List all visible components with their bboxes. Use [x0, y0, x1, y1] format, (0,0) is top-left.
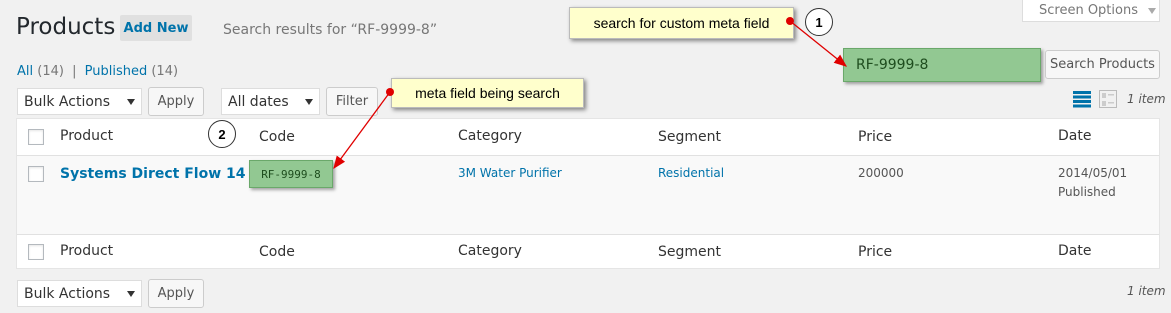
price-cell: 200000 — [858, 166, 904, 180]
screen-options-label: Screen Options — [1039, 3, 1138, 18]
column-footer-segment[interactable]: Segment — [658, 244, 721, 260]
apply-button-bottom[interactable]: Apply — [148, 279, 204, 308]
filter-button[interactable]: Filter — [326, 87, 378, 116]
column-footer-price[interactable]: Price — [858, 244, 892, 260]
annotation-number-1: 1 — [805, 8, 833, 36]
row-checkbox[interactable] — [28, 166, 44, 182]
column-header-segment[interactable]: Segment — [658, 129, 721, 145]
chevron-down-icon — [127, 98, 135, 105]
search-products-button[interactable]: Search Products — [1045, 50, 1160, 79]
chevron-down-icon — [127, 290, 135, 297]
column-footer-product[interactable]: Product — [60, 243, 113, 259]
filter-all-link[interactable]: All — [17, 64, 33, 79]
segment-link[interactable]: Residential — [658, 166, 724, 180]
page-title: Products — [16, 14, 116, 40]
dates-value: All dates — [228, 93, 289, 110]
column-header-date[interactable]: Date — [1058, 128, 1091, 144]
item-count-bottom: 1 item — [1127, 284, 1166, 298]
bulk-actions-select-top[interactable]: Bulk Actions — [17, 88, 142, 115]
select-all-checkbox-top[interactable] — [28, 129, 44, 145]
products-table: Product Code Category Segment Price Date… — [16, 118, 1160, 269]
category-link[interactable]: 3M Water Purifier — [458, 166, 562, 180]
column-footer-date[interactable]: Date — [1058, 243, 1091, 259]
annotation-note-meta-field: meta field being search — [391, 78, 584, 108]
filter-published-link[interactable]: Published — [85, 64, 148, 79]
date-cell: 2014/05/01 — [1058, 166, 1128, 180]
search-input-value: RF-9999-8 — [856, 57, 929, 73]
table-header-row — [17, 119, 1159, 156]
status-cell: Published — [1058, 185, 1116, 199]
product-code-cell: RF-9999-8 — [249, 160, 333, 188]
annotation-note-search: search for custom meta field — [569, 7, 794, 39]
search-input[interactable]: RF-9999-8 — [843, 48, 1041, 82]
filter-all-count: (14) — [37, 64, 64, 79]
filter-published-count: (14) — [151, 64, 179, 79]
column-header-code[interactable]: Code — [259, 129, 295, 145]
screen-options-button[interactable]: Screen Options — [1022, 0, 1160, 22]
bulk-actions-value: Bulk Actions — [24, 285, 111, 302]
select-all-checkbox-bottom[interactable] — [28, 244, 44, 260]
column-footer-code[interactable]: Code — [259, 244, 295, 260]
apply-button-top[interactable]: Apply — [148, 87, 204, 116]
column-footer-category[interactable]: Category — [458, 243, 522, 259]
search-results-subtitle: Search results for “RF-9999-8” — [223, 22, 438, 38]
bulk-actions-value: Bulk Actions — [24, 93, 111, 110]
table-row: Systems Direct Flow 14 RF-9999-8 3M Wate… — [17, 156, 1159, 235]
bulk-actions-select-bottom[interactable]: Bulk Actions — [17, 280, 142, 307]
excerpt-view-icon[interactable] — [1099, 90, 1117, 108]
item-count-top: 1 item — [1127, 92, 1166, 106]
annotation-number-2: 2 — [208, 120, 236, 148]
filter-separator: | — [72, 64, 77, 79]
column-header-price[interactable]: Price — [858, 129, 892, 145]
chevron-down-icon — [1148, 7, 1156, 14]
column-header-category[interactable]: Category — [458, 128, 522, 144]
status-filters: All (14) | Published (14) — [17, 64, 178, 79]
dates-select[interactable]: All dates — [221, 88, 320, 115]
chevron-down-icon — [305, 98, 313, 105]
product-title-link[interactable]: Systems Direct Flow 14 — [60, 166, 245, 182]
column-header-product[interactable]: Product — [60, 128, 113, 144]
add-new-button[interactable]: Add New — [120, 15, 192, 41]
list-view-icon[interactable] — [1073, 90, 1091, 108]
product-code-value: RF-9999-8 — [261, 167, 321, 181]
